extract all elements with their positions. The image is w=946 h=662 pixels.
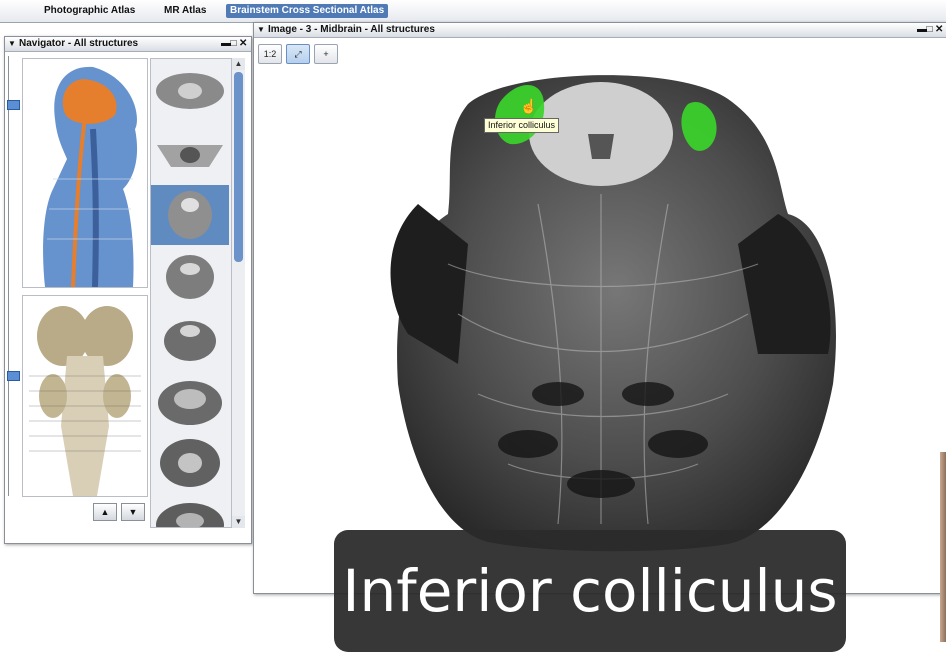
maximize-icon[interactable]: □ <box>926 23 935 37</box>
collapse-triangle-icon[interactable]: ▼ <box>257 23 265 37</box>
minimize-icon[interactable]: ▬ <box>917 23 927 37</box>
slice-marker-sagittal[interactable] <box>7 100 20 110</box>
slice-thumbnail-3[interactable] <box>151 185 229 245</box>
hand-pointer-cursor-icon: ☝ <box>520 98 538 114</box>
slice-thumbnail-1[interactable] <box>151 61 229 121</box>
slice-thumbnail-4[interactable] <box>151 247 229 307</box>
minimize-icon[interactable]: ▬ <box>221 37 231 51</box>
slice-thumbnail-6[interactable] <box>151 371 229 431</box>
caption-overlay: Inferior colliculus <box>334 530 846 652</box>
slice-thumbnail-2[interactable] <box>151 123 229 183</box>
brainstem-illustration <box>23 296 147 496</box>
navigator-title: Navigator - All structures <box>19 38 139 49</box>
midbrain-section-image[interactable] <box>258 64 938 584</box>
slice-marker-brainstem[interactable] <box>7 371 20 381</box>
structure-tooltip: Inferior colliculus <box>484 118 560 133</box>
brainstem-dorsal-view[interactable] <box>22 295 148 497</box>
nav-down-button[interactable]: ▼ <box>121 503 145 521</box>
tab-mr-atlas[interactable]: MR Atlas <box>160 4 210 18</box>
scroll-down-icon[interactable]: ▼ <box>232 516 245 528</box>
tab-brainstem-cross-sectional-atlas[interactable]: Brainstem Cross Sectional Atlas <box>226 4 389 18</box>
fit-view-button[interactable]: ⤢ <box>286 44 310 64</box>
zoom-ratio-button[interactable]: 1:2 <box>258 44 282 64</box>
slice-track-line <box>8 56 13 496</box>
sagittal-body-view[interactable] <box>22 58 148 288</box>
fit-view-icon: ⤢ <box>294 49 302 59</box>
thumbnail-scrollbar[interactable]: ▲ ▼ <box>231 58 245 528</box>
atlas-tab-bar: Photographic Atlas MR Atlas Brainstem Cr… <box>0 0 946 23</box>
caption-text: Inferior colliculus <box>342 557 838 625</box>
zoom-ratio-icon: 1:2 <box>263 49 277 59</box>
image-window-title: Image - 3 - Midbrain - All structures <box>268 24 435 35</box>
close-icon[interactable]: ✕ <box>239 37 248 51</box>
slice-thumbnail-8[interactable] <box>151 495 229 527</box>
image-window-titlebar[interactable]: ▼ Image - 3 - Midbrain - All structures … <box>254 23 946 38</box>
right-edge-photo-fragment <box>940 452 946 642</box>
collapse-triangle-icon[interactable]: ▼ <box>8 37 16 51</box>
crosshair-button[interactable]: + <box>314 44 338 64</box>
crosshair-icon: + <box>323 49 329 59</box>
close-icon[interactable]: ✕ <box>935 23 944 37</box>
tab-photographic-atlas[interactable]: Photographic Atlas <box>40 4 139 18</box>
nav-up-button[interactable]: ▲ <box>93 503 117 521</box>
scrollbar-thumb[interactable] <box>234 72 243 262</box>
slice-thumbnail-7[interactable] <box>151 433 229 493</box>
sagittal-body-illustration <box>23 59 147 287</box>
maximize-icon[interactable]: □ <box>230 37 239 51</box>
scroll-up-icon[interactable]: ▲ <box>232 58 245 70</box>
navigator-titlebar[interactable]: ▼ Navigator - All structures ▬□✕ <box>5 37 251 52</box>
slice-thumbnail-5[interactable] <box>151 309 229 369</box>
slice-thumbnail-list <box>150 58 232 528</box>
